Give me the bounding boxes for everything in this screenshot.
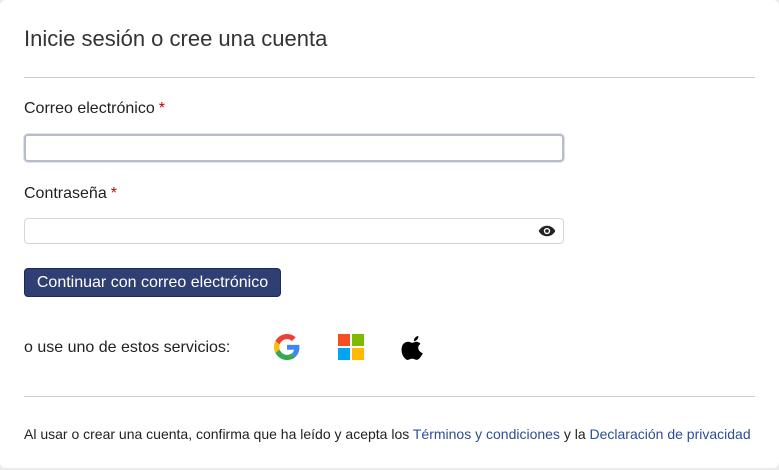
terms-link[interactable]: Términos y condiciones — [413, 426, 560, 442]
apple-icon[interactable] — [401, 334, 427, 360]
email-field[interactable] — [24, 134, 564, 162]
privacy-link[interactable]: Declaración de privacidad — [590, 426, 751, 442]
password-required-mark: * — [110, 185, 117, 202]
password-label: Contraseña * — [24, 184, 117, 204]
google-icon[interactable] — [274, 334, 300, 360]
alternative-services-label: o use uno de estos servicios: — [24, 339, 231, 356]
password-field[interactable] — [24, 218, 564, 244]
header-divider — [24, 77, 755, 78]
password-label-text: Contraseña — [24, 185, 107, 202]
legal-text-before: Al usar o crear una cuenta, confirma que… — [24, 426, 413, 442]
microsoft-icon[interactable] — [338, 334, 364, 360]
legal-text-middle: y la — [559, 426, 590, 442]
login-card: Inicie sesión o cree una cuenta Correo e… — [0, 0, 779, 468]
legal-notice: Al usar o crear una cuenta, confirma que… — [24, 425, 751, 443]
continue-with-email-button[interactable]: Continuar con correo electrónico — [24, 268, 281, 297]
email-label: Correo electrónico * — [24, 99, 165, 119]
email-label-text: Correo electrónico — [24, 100, 155, 117]
email-required-mark: * — [158, 100, 165, 117]
page-title: Inicie sesión o cree una cuenta — [24, 26, 328, 51]
footer-divider — [24, 396, 755, 397]
eye-icon[interactable] — [538, 224, 556, 238]
